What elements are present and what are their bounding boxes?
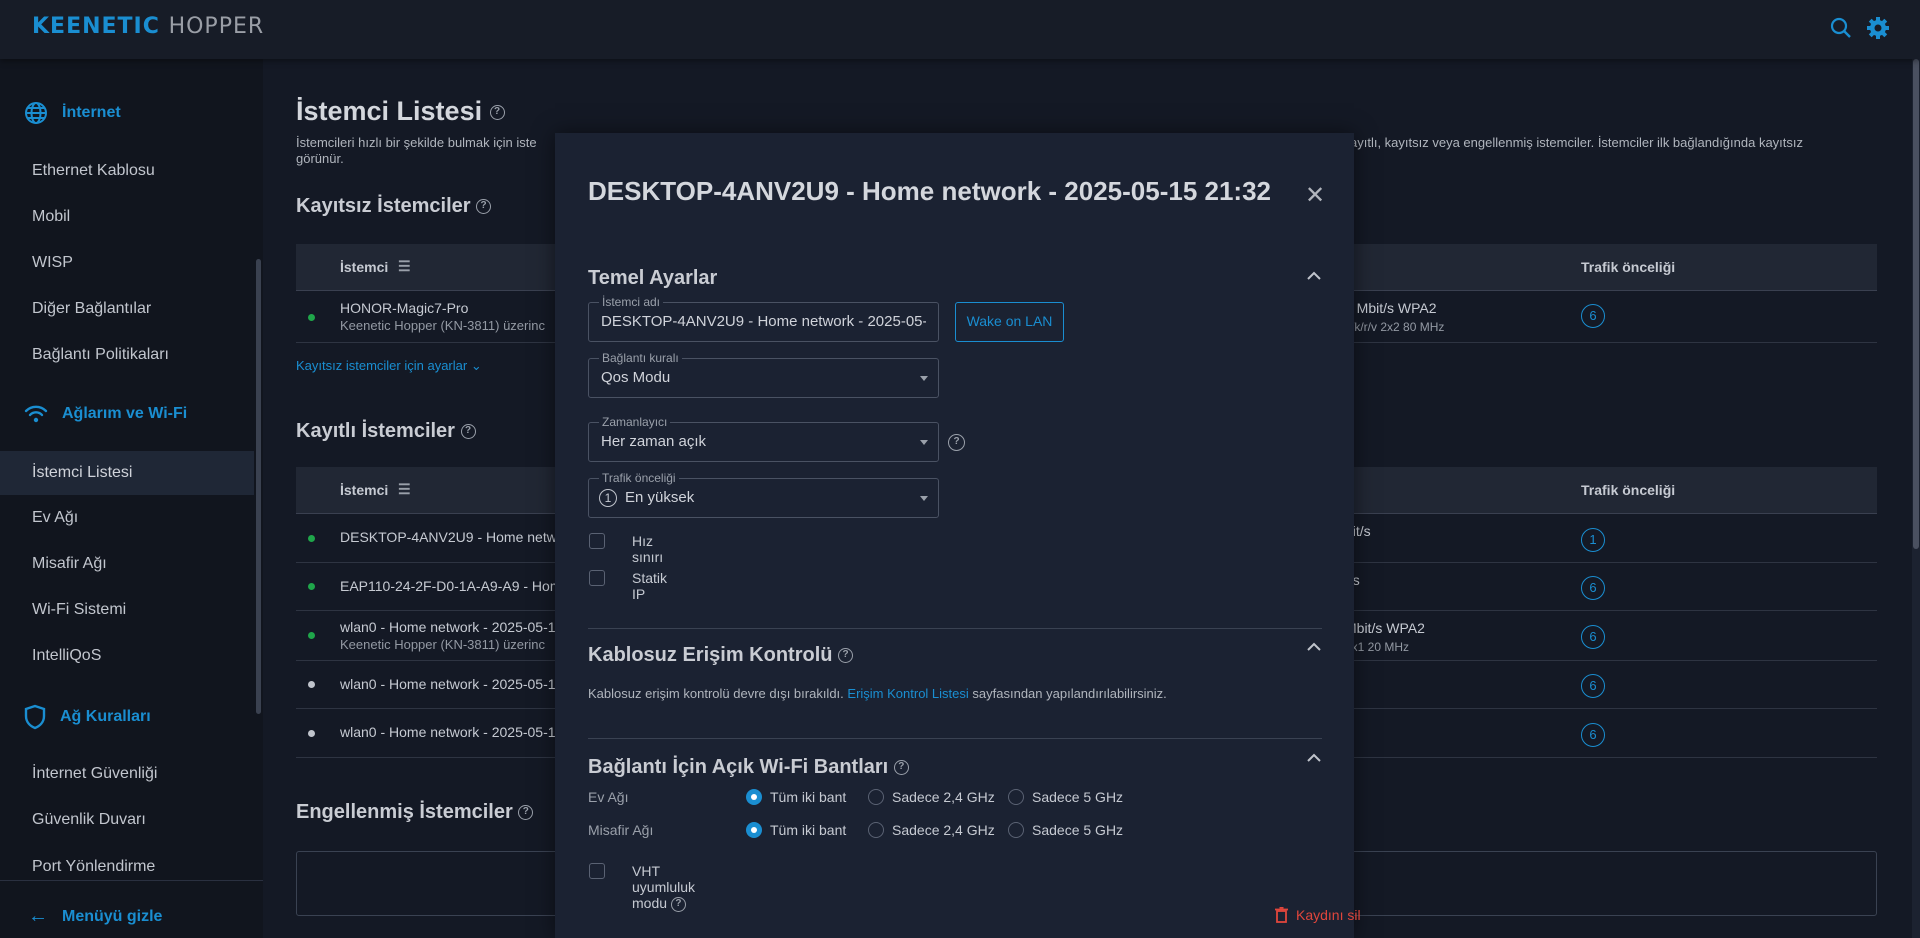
- help-icon[interactable]: ?: [893, 760, 909, 776]
- status-online-icon: [308, 314, 315, 321]
- caret-down-icon: [920, 440, 928, 445]
- shield-icon: [24, 704, 46, 730]
- sidebar-section-internet[interactable]: İnternet: [24, 101, 121, 125]
- chevron-up-icon[interactable]: [1306, 639, 1322, 655]
- sidebar-item-client-list[interactable]: İstemci Listesi: [32, 464, 132, 482]
- status-online-icon: [308, 534, 315, 542]
- band-row-label: Misafir Ağı: [588, 822, 654, 838]
- top-bar: KEENETIC HOPPER: [0, 0, 1920, 59]
- col-client[interactable]: İstemci: [340, 482, 388, 498]
- gear-icon[interactable]: [1866, 16, 1890, 40]
- band-row-label: Ev Ağı: [588, 789, 629, 805]
- sidebar-item-firewall[interactable]: Güvenlik Duvarı: [32, 811, 146, 829]
- sidebar-scrollbar[interactable]: [256, 259, 261, 714]
- wifi-bands-heading: Bağlantı İçin Açık Wi-Fi Bantları ?: [588, 756, 909, 779]
- help-icon[interactable]: ?: [670, 896, 686, 912]
- sidebar-item-other-connections[interactable]: Diğer Bağlantılar: [32, 300, 151, 318]
- basic-settings-heading: Temel Ayarlar: [588, 267, 718, 289]
- connection-rule-select[interactable]: Bağlantı kuralı Qos Modu: [588, 351, 939, 398]
- client-name-input[interactable]: İstemci adı DESKTOP-4ANV2U9 - Home netwo…: [588, 295, 939, 342]
- sidebar-item-ethernet[interactable]: Ethernet Kablosu: [32, 162, 155, 180]
- chevron-down-icon: ⌄: [470, 358, 482, 373]
- close-icon[interactable]: ✕: [1305, 181, 1325, 210]
- page-description: İstemcileri hızlı bir şekilde bulmak içi…: [296, 135, 537, 150]
- sidebar-section-network-rules[interactable]: Ağ Kuralları: [24, 704, 151, 730]
- chevron-up-icon[interactable]: [1306, 268, 1322, 284]
- help-icon[interactable]: ?: [489, 105, 505, 121]
- priority-badge: 1: [1581, 527, 1605, 552]
- band-radio[interactable]: [746, 822, 762, 838]
- col-client[interactable]: İstemci: [340, 259, 388, 275]
- client-settings-modal: DESKTOP-4ANV2U9 - Home network - 2025-05…: [555, 133, 1361, 938]
- access-control-text: Kablosuz erişim kontrolü devre dışı bıra…: [588, 686, 1167, 701]
- priority-badge: 6: [1581, 625, 1605, 649]
- sidebar-item-wifi-system[interactable]: Wi-Fi Sistemi: [32, 601, 126, 619]
- sidebar-item-connection-policies[interactable]: Bağlantı Politikaları: [32, 346, 169, 364]
- traffic-priority-select[interactable]: Trafik önceliği 1 En yüksek: [588, 471, 939, 518]
- status-online-icon: [308, 632, 315, 639]
- band-radio[interactable]: [746, 789, 762, 805]
- wake-on-lan-button[interactable]: Wake on LAN: [955, 302, 1064, 342]
- priority-badge: 6: [1581, 674, 1605, 698]
- access-control-list-link[interactable]: Erişim Kontrol Listesi: [847, 686, 968, 701]
- globe-icon: [25, 102, 47, 124]
- priority-badge: 6: [1581, 576, 1605, 600]
- band-radio[interactable]: [868, 822, 884, 838]
- delete-record-button[interactable]: Kaydını sil: [1275, 907, 1361, 923]
- col-priority[interactable]: Trafik önceliği: [1581, 482, 1675, 498]
- divider: [588, 738, 1322, 739]
- sidebar-item-mobile[interactable]: Mobil: [32, 208, 70, 226]
- sidebar-item-wisp[interactable]: WISP: [32, 254, 73, 272]
- wifi-icon: [24, 405, 48, 423]
- trash-icon: [1275, 907, 1288, 923]
- search-icon[interactable]: [1830, 17, 1852, 39]
- status-offline-icon: [308, 729, 315, 737]
- sidebar-divider: [0, 880, 263, 881]
- col-priority[interactable]: Trafik önceliği: [1581, 259, 1675, 275]
- sidebar-item-guest-network[interactable]: Misafir Ağı: [32, 555, 107, 573]
- band-radio[interactable]: [1008, 822, 1024, 838]
- help-icon[interactable]: ?: [518, 805, 534, 821]
- sidebar-section-networks[interactable]: Ağlarım ve Wi-Fi: [24, 404, 187, 424]
- help-icon[interactable]: ?: [476, 199, 492, 215]
- band-radio[interactable]: [868, 789, 884, 805]
- priority-badge: 6: [1581, 304, 1605, 328]
- sidebar-item-port-forwarding[interactable]: Port Yönlendirme: [32, 858, 155, 876]
- vht-checkbox[interactable]: VHT uyumluluk modu ?: [589, 863, 695, 912]
- registered-heading: Kayıtlı İstemciler ?: [296, 420, 476, 443]
- sidebar-item-internet-security[interactable]: İnternet Güvenliği: [32, 765, 157, 783]
- static-ip-checkbox[interactable]: Statik IP: [589, 570, 667, 602]
- unregistered-settings-link[interactable]: Kayıtsız istemciler için ayarlar ⌄: [296, 358, 482, 374]
- logo: KEENETIC HOPPER: [32, 14, 265, 39]
- page-description-line2: görünür.: [296, 151, 344, 166]
- status-online-icon: [308, 583, 315, 590]
- sidebar-item-home-network[interactable]: Ev Ağı: [32, 509, 78, 527]
- speed-limit-checkbox[interactable]: Hız sınırı: [589, 533, 663, 565]
- status-offline-icon: [308, 681, 315, 688]
- arrow-left-icon: ←: [28, 905, 48, 927]
- priority-number-icon: 1: [599, 489, 617, 507]
- priority-badge: 6: [1581, 722, 1605, 747]
- band-radio[interactable]: [1008, 789, 1024, 805]
- page-description-right: ayıtlı, kayıtsız veya engellenmiş istemc…: [1350, 135, 1804, 150]
- sort-icon[interactable]: ☰: [398, 258, 411, 275]
- caret-down-icon: [920, 376, 928, 381]
- help-icon[interactable]: ?: [460, 424, 476, 440]
- page-scrollbar[interactable]: [1912, 59, 1920, 938]
- sort-icon[interactable]: ☰: [398, 481, 411, 498]
- unregistered-heading: Kayıtsız İstemciler ?: [296, 195, 492, 218]
- caret-down-icon: [920, 496, 928, 501]
- sidebar-item-intelliqos[interactable]: IntelliQoS: [32, 647, 101, 665]
- chevron-up-icon[interactable]: [1306, 750, 1322, 766]
- help-icon[interactable]: ?: [948, 434, 965, 451]
- hide-menu-button[interactable]: ← Menüyü gizle: [28, 905, 162, 928]
- blocked-heading: Engellenmiş İstemciler ?: [296, 801, 534, 824]
- sidebar: [0, 59, 263, 938]
- divider: [588, 628, 1322, 629]
- modal-title: DESKTOP-4ANV2U9 - Home network - 2025-05…: [588, 176, 1271, 206]
- help-icon[interactable]: ?: [838, 648, 854, 664]
- access-control-heading: Kablosuz Erişim Kontrolü ?: [588, 644, 854, 667]
- scheduler-select[interactable]: Zamanlayıcı Her zaman açık: [588, 415, 939, 462]
- page-title: İstemci Listesi ?: [296, 96, 505, 127]
